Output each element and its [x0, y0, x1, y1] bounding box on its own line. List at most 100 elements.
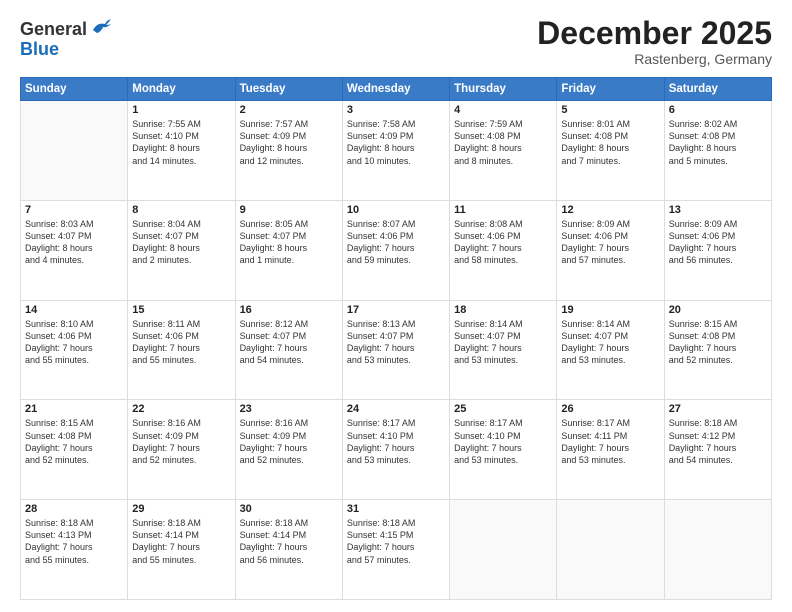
- calendar-cell: 5Sunrise: 8:01 AM Sunset: 4:08 PM Daylig…: [557, 101, 664, 201]
- cell-info: Sunrise: 8:18 AM Sunset: 4:12 PM Dayligh…: [669, 417, 767, 466]
- cell-info: Sunrise: 7:55 AM Sunset: 4:10 PM Dayligh…: [132, 118, 230, 167]
- day-number: 23: [240, 403, 338, 415]
- subtitle: Rastenberg, Germany: [537, 51, 772, 67]
- day-number: 24: [347, 403, 445, 415]
- day-number: 6: [669, 104, 767, 116]
- calendar-week-row: 1 Sunrise: 7:55 AM Sunset: 4:10 PM Daylig…: [21, 101, 772, 201]
- header: General Blue December 2025 Rastenberg, G…: [20, 16, 772, 67]
- calendar-cell: 3 Sunrise: 7:58 AM Sunset: 4:09 PM Daylig…: [342, 101, 449, 201]
- calendar-table: SundayMondayTuesdayWednesdayThursdayFrid…: [20, 77, 772, 600]
- day-number: 19: [561, 304, 659, 316]
- calendar-cell: 18 Sunrise: 8:14 AM Sunset: 4:07 PM Dayli…: [450, 300, 557, 400]
- cell-info: Sunrise: 8:07 AM Sunset: 4:06 PM Dayligh…: [347, 218, 445, 267]
- calendar-cell: 27 Sunrise: 8:18 AM Sunset: 4:12 PM Dayli…: [664, 400, 771, 500]
- calendar-cell: 2Sunrise: 7:57 AM Sunset: 4:09 PM Daylig…: [235, 101, 342, 201]
- calendar-cell: [450, 500, 557, 600]
- day-number: 30: [240, 503, 338, 515]
- calendar-cell: 24 Sunrise: 8:17 AM Sunset: 4:10 PM Dayli…: [342, 400, 449, 500]
- day-number: 4: [454, 104, 552, 116]
- cell-info: Sunrise: 8:14 AM Sunset: 4:07 PM Dayligh…: [561, 318, 659, 367]
- calendar-cell: 21Sunrise: 8:15 AM Sunset: 4:08 PM Dayli…: [21, 400, 128, 500]
- cell-info: Sunrise: 8:12 AM Sunset: 4:07 PM Dayligh…: [240, 318, 338, 367]
- day-number: 9: [240, 204, 338, 216]
- calendar-header-row: SundayMondayTuesdayWednesdayThursdayFrid…: [21, 78, 772, 101]
- calendar-cell: 1 Sunrise: 7:55 AM Sunset: 4:10 PM Daylig…: [128, 101, 235, 201]
- calendar-cell: [21, 101, 128, 201]
- day-number: 3: [347, 104, 445, 116]
- calendar-cell: 9 Sunrise: 8:05 AM Sunset: 4:07 PM Daylig…: [235, 200, 342, 300]
- cell-info: Sunrise: 8:16 AM Sunset: 4:09 PM Dayligh…: [240, 417, 338, 466]
- calendar-cell: 15 Sunrise: 8:11 AM Sunset: 4:06 PM Dayli…: [128, 300, 235, 400]
- cell-info: Sunrise: 8:09 AM Sunset: 4:06 PM Dayligh…: [669, 218, 767, 267]
- calendar-cell: 29Sunrise: 8:18 AM Sunset: 4:14 PM Dayli…: [128, 500, 235, 600]
- calendar-cell: 6 Sunrise: 8:02 AM Sunset: 4:08 PM Daylig…: [664, 101, 771, 201]
- cell-info: Sunrise: 8:18 AM Sunset: 4:14 PM Dayligh…: [240, 517, 338, 566]
- cell-info: Sunrise: 8:04 AM Sunset: 4:07 PM Dayligh…: [132, 218, 230, 267]
- calendar-cell: 30 Sunrise: 8:18 AM Sunset: 4:14 PM Dayli…: [235, 500, 342, 600]
- calendar-cell: 16 Sunrise: 8:12 AM Sunset: 4:07 PM Dayli…: [235, 300, 342, 400]
- calendar-cell: 22Sunrise: 8:16 AM Sunset: 4:09 PM Dayli…: [128, 400, 235, 500]
- day-number: 26: [561, 403, 659, 415]
- day-number: 28: [25, 503, 123, 515]
- col-header-wednesday: Wednesday: [342, 78, 449, 101]
- calendar-cell: 23 Sunrise: 8:16 AM Sunset: 4:09 PM Dayli…: [235, 400, 342, 500]
- day-number: 15: [132, 304, 230, 316]
- cell-info: Sunrise: 8:03 AM Sunset: 4:07 PM Dayligh…: [25, 218, 123, 267]
- calendar-cell: 28Sunrise: 8:18 AM Sunset: 4:13 PM Dayli…: [21, 500, 128, 600]
- calendar-cell: 20 Sunrise: 8:15 AM Sunset: 4:08 PM Dayli…: [664, 300, 771, 400]
- calendar-week-row: 7 Sunrise: 8:03 AM Sunset: 4:07 PM Daylig…: [21, 200, 772, 300]
- cell-info: Sunrise: 8:16 AM Sunset: 4:09 PM Dayligh…: [132, 417, 230, 466]
- title-block: December 2025 Rastenberg, Germany: [537, 16, 772, 67]
- day-number: 11: [454, 204, 552, 216]
- page: General Blue December 2025 Rastenberg, G…: [0, 0, 792, 612]
- col-header-monday: Monday: [128, 78, 235, 101]
- cell-info: Sunrise: 8:08 AM Sunset: 4:06 PM Dayligh…: [454, 218, 552, 267]
- day-number: 18: [454, 304, 552, 316]
- day-number: 13: [669, 204, 767, 216]
- logo-bird-icon: [89, 16, 111, 38]
- day-number: 8: [132, 204, 230, 216]
- calendar-cell: 13 Sunrise: 8:09 AM Sunset: 4:06 PM Dayli…: [664, 200, 771, 300]
- calendar-cell: [664, 500, 771, 600]
- calendar-cell: 31 Sunrise: 8:18 AM Sunset: 4:15 PM Dayli…: [342, 500, 449, 600]
- calendar-cell: 4Sunrise: 7:59 AM Sunset: 4:08 PM Daylig…: [450, 101, 557, 201]
- col-header-friday: Friday: [557, 78, 664, 101]
- cell-info: Sunrise: 7:58 AM Sunset: 4:09 PM Dayligh…: [347, 118, 445, 167]
- cell-info: Sunrise: 8:10 AM Sunset: 4:06 PM Dayligh…: [25, 318, 123, 367]
- day-number: 20: [669, 304, 767, 316]
- cell-info: Sunrise: 8:14 AM Sunset: 4:07 PM Dayligh…: [454, 318, 552, 367]
- calendar-cell: 25 Sunrise: 8:17 AM Sunset: 4:10 PM Dayli…: [450, 400, 557, 500]
- day-number: 12: [561, 204, 659, 216]
- day-number: 7: [25, 204, 123, 216]
- calendar-cell: 11 Sunrise: 8:08 AM Sunset: 4:06 PM Dayli…: [450, 200, 557, 300]
- col-header-thursday: Thursday: [450, 78, 557, 101]
- calendar-cell: 7 Sunrise: 8:03 AM Sunset: 4:07 PM Daylig…: [21, 200, 128, 300]
- day-number: 1: [132, 104, 230, 116]
- cell-info: Sunrise: 8:15 AM Sunset: 4:08 PM Dayligh…: [669, 318, 767, 367]
- day-number: 31: [347, 503, 445, 515]
- logo-general-text: General: [20, 19, 87, 39]
- cell-info: Sunrise: 8:11 AM Sunset: 4:06 PM Dayligh…: [132, 318, 230, 367]
- cell-info: Sunrise: 8:02 AM Sunset: 4:08 PM Dayligh…: [669, 118, 767, 167]
- calendar-week-row: 21Sunrise: 8:15 AM Sunset: 4:08 PM Dayli…: [21, 400, 772, 500]
- cell-info: Sunrise: 8:17 AM Sunset: 4:11 PM Dayligh…: [561, 417, 659, 466]
- day-number: 16: [240, 304, 338, 316]
- col-header-sunday: Sunday: [21, 78, 128, 101]
- cell-info: Sunrise: 8:17 AM Sunset: 4:10 PM Dayligh…: [347, 417, 445, 466]
- calendar-cell: 26 Sunrise: 8:17 AM Sunset: 4:11 PM Dayli…: [557, 400, 664, 500]
- day-number: 25: [454, 403, 552, 415]
- calendar-cell: 8 Sunrise: 8:04 AM Sunset: 4:07 PM Daylig…: [128, 200, 235, 300]
- day-number: 5: [561, 104, 659, 116]
- day-number: 27: [669, 403, 767, 415]
- calendar-cell: 10 Sunrise: 8:07 AM Sunset: 4:06 PM Dayli…: [342, 200, 449, 300]
- cell-info: Sunrise: 8:18 AM Sunset: 4:15 PM Dayligh…: [347, 517, 445, 566]
- day-number: 17: [347, 304, 445, 316]
- day-number: 10: [347, 204, 445, 216]
- cell-info: Sunrise: 7:57 AM Sunset: 4:09 PM Dayligh…: [240, 118, 338, 167]
- day-number: 14: [25, 304, 123, 316]
- calendar-cell: [557, 500, 664, 600]
- cell-info: Sunrise: 8:17 AM Sunset: 4:10 PM Dayligh…: [454, 417, 552, 466]
- day-number: 29: [132, 503, 230, 515]
- cell-info: Sunrise: 8:05 AM Sunset: 4:07 PM Dayligh…: [240, 218, 338, 267]
- logo-blue-text: Blue: [20, 39, 59, 59]
